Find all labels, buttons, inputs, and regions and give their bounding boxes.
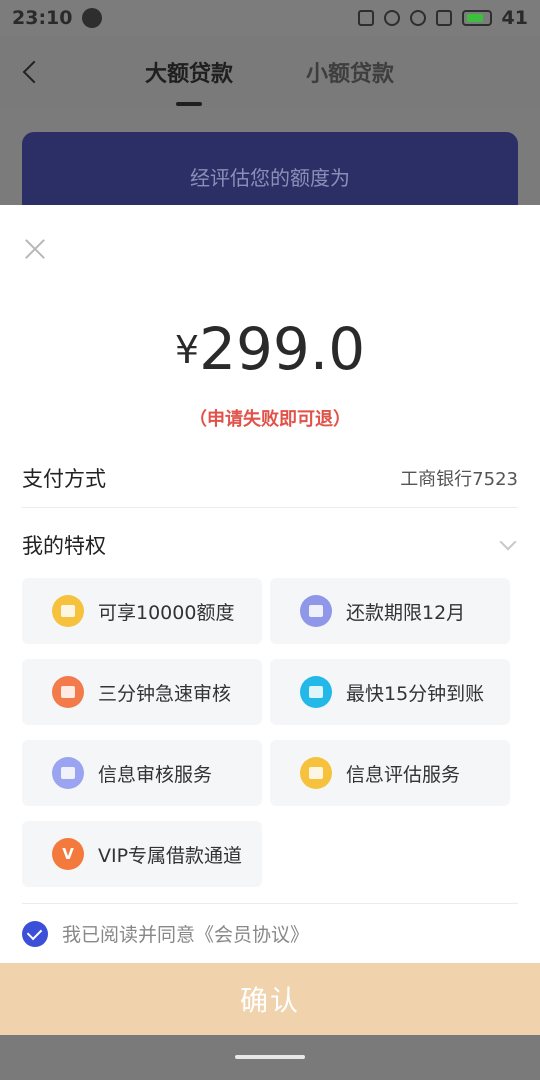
privilege-item: 信息评估服务: [270, 740, 510, 806]
close-icon[interactable]: [24, 238, 46, 260]
privilege-item: 还款期限12月: [270, 578, 510, 644]
privilege-text: 三分钟急速审核: [98, 682, 232, 705]
privilege-text: 信息评估服务: [346, 763, 461, 786]
privilege-text: VIP专属借款通道: [98, 844, 243, 867]
privileges-row[interactable]: 我的特权: [22, 515, 518, 575]
card-clock-icon: [300, 595, 332, 627]
payment-sheet: ¥299.0 （申请失败即可退） 支付方式 工商银行7523 我的特权 可享10…: [0, 205, 540, 1035]
privilege-text: 可享10000额度: [98, 601, 235, 624]
amount: ¥299.0: [0, 315, 540, 383]
status-time: 23:10: [12, 7, 73, 29]
evaluate-doc-icon: [300, 757, 332, 789]
money-bag-icon: [52, 595, 84, 627]
privilege-item: 可享10000额度: [22, 578, 262, 644]
privilege-item: 信息审核服务: [22, 740, 262, 806]
alarm-icon: [383, 10, 400, 26]
privilege-text: 信息审核服务: [98, 763, 213, 786]
payment-method-label: 支付方式: [22, 466, 106, 491]
payment-method-row[interactable]: 支付方式 工商银行7523: [22, 448, 518, 508]
payment-method-value: 工商银行7523: [400, 468, 518, 490]
battery-icon: [461, 10, 492, 26]
active-tab-indicator: [176, 102, 202, 106]
signal-icon: [435, 10, 452, 26]
atm-yen-icon: [300, 676, 332, 708]
currency-symbol: ¥: [174, 328, 200, 372]
message-icon: [82, 8, 103, 28]
privilege-item: V VIP专属借款通道: [22, 821, 262, 887]
system-nav-bar: [0, 1035, 540, 1080]
agreement-row: 我已阅读并同意《会员协议》: [22, 903, 518, 963]
battery-level: 41: [501, 7, 528, 29]
agreement-checkbox[interactable]: [22, 920, 48, 947]
vip-v-icon: V: [52, 838, 84, 870]
confirm-button[interactable]: 确认: [0, 963, 540, 1035]
privileges-label: 我的特权: [22, 534, 106, 558]
back-icon[interactable]: [18, 54, 48, 90]
wifi-icon: [409, 10, 426, 26]
status-bar: 23:10 41: [0, 0, 540, 36]
status-icons: 41: [357, 7, 528, 29]
privilege-item: 三分钟急速审核: [22, 659, 262, 725]
vibrate-icon: [357, 10, 374, 26]
amount-value: 299.0: [199, 315, 366, 383]
privilege-text: 最快15分钟到账: [346, 682, 485, 705]
privilege-item: 最快15分钟到账: [270, 659, 510, 725]
tab-large-loan[interactable]: 大额贷款: [145, 56, 233, 88]
info-card-icon: [52, 757, 84, 789]
top-nav: 大额贷款 小额贷款: [0, 36, 540, 108]
tab-small-loan[interactable]: 小额贷款: [306, 56, 394, 88]
quota-card-text: 经评估您的额度为: [190, 166, 350, 190]
background-content: 经评估您的额度为: [0, 108, 540, 222]
refund-note: （申请失败即可退）: [189, 409, 351, 430]
document-review-icon: [52, 676, 84, 708]
chevron-down-icon[interactable]: [499, 533, 517, 551]
agreement-text[interactable]: 我已阅读并同意《会员协议》: [62, 920, 309, 947]
home-indicator[interactable]: [235, 1055, 305, 1059]
privilege-text: 还款期限12月: [346, 601, 466, 624]
